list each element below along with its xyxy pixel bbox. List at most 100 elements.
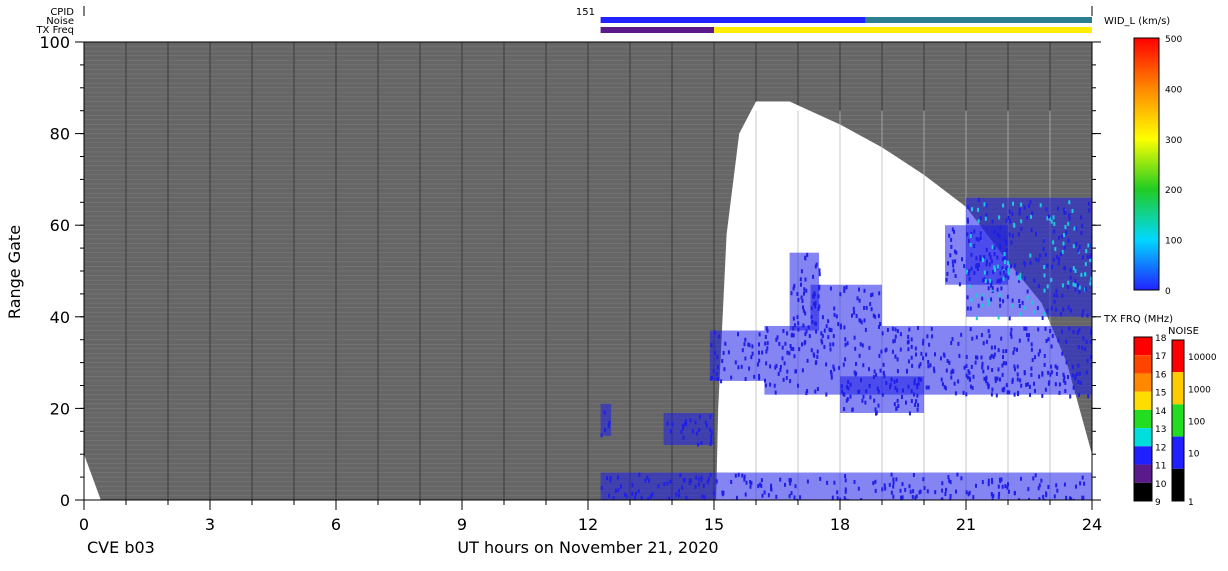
echo-cell — [1063, 375, 1066, 380]
echo-cell — [997, 367, 1000, 372]
echo-cell — [751, 351, 754, 356]
echo-cell — [912, 473, 915, 477]
echo-cell — [844, 337, 847, 342]
echo-cell — [812, 274, 815, 279]
echo-cell — [1077, 345, 1080, 349]
echo-cell — [1060, 252, 1063, 257]
y-tick-label: 20 — [50, 399, 70, 418]
echo-cell — [827, 319, 830, 324]
echo-cell — [991, 387, 994, 392]
echo-cell — [1000, 286, 1003, 291]
echo-cell — [796, 292, 799, 296]
echo-cell — [948, 360, 951, 365]
txfrq-colorbar-segment — [1134, 355, 1152, 374]
noise-colorbar-segment — [1172, 468, 1184, 501]
echo-cell — [1020, 226, 1023, 231]
echo-cell — [758, 332, 761, 337]
echo-cell — [805, 288, 808, 293]
echo-cell — [842, 362, 845, 367]
echo-cell — [844, 357, 847, 362]
echo-cell — [950, 375, 953, 380]
echo-cell — [789, 379, 792, 384]
echo-cell — [716, 355, 719, 360]
echo-cell — [1034, 388, 1036, 393]
echo-cell — [1001, 372, 1004, 377]
echo-cell — [1046, 264, 1049, 268]
echo-cell — [680, 430, 683, 434]
txfrq-colorbar-segment — [1134, 428, 1152, 447]
echo-cell — [1030, 347, 1033, 352]
echo-cell — [844, 478, 847, 483]
echo-cell — [1075, 484, 1077, 489]
echo-cell — [1007, 482, 1009, 487]
echo-cell — [703, 495, 706, 500]
echo-cell — [1007, 260, 1009, 265]
echo-cell — [1026, 289, 1029, 294]
wid-colorbar-tick: 500 — [1165, 35, 1182, 45]
echo-cell — [987, 478, 990, 483]
echo-cell — [804, 277, 807, 282]
echo-cell — [1072, 282, 1075, 287]
echo-cell — [1024, 276, 1027, 281]
echo-cell — [1072, 244, 1075, 249]
echo-cell — [917, 403, 919, 408]
echo-cell — [816, 349, 819, 354]
echo-cell — [1072, 385, 1075, 390]
echo-cell — [648, 478, 650, 483]
echo-cell — [697, 477, 700, 482]
echo-cell — [846, 341, 849, 346]
echo-cell — [1031, 358, 1034, 362]
echo-cell — [829, 347, 832, 352]
echo-cell — [958, 282, 961, 287]
echo-cell — [764, 383, 767, 388]
echo-cell — [1018, 207, 1021, 212]
echo-cell — [861, 343, 864, 348]
echo-cell — [1020, 383, 1023, 388]
echo-region — [600, 472, 1092, 500]
echo-cell — [816, 387, 819, 391]
echo-cell — [1043, 311, 1046, 316]
echo-cell — [992, 354, 995, 359]
echo-cell — [892, 494, 895, 499]
echo-cell — [1054, 364, 1057, 369]
echo-cell — [1045, 339, 1048, 343]
echo-cell — [919, 377, 922, 382]
echo-cell — [1068, 200, 1071, 205]
txfrq-colorbar-segment — [1134, 464, 1152, 483]
echo-cell — [852, 306, 855, 311]
txfrq-colorbar-segment — [1134, 446, 1152, 465]
y-tick-label: 40 — [50, 308, 70, 327]
wid-colorbar-tick: 200 — [1165, 186, 1182, 196]
noise-bar-green — [865, 17, 1092, 23]
echo-cell — [758, 373, 760, 378]
echo-cell — [1057, 338, 1060, 343]
echo-cell — [967, 375, 969, 380]
echo-cell — [977, 219, 980, 224]
echo-cell — [714, 351, 716, 355]
echo-cell — [941, 497, 944, 500]
echo-cell — [970, 298, 973, 303]
echo-cell — [770, 487, 773, 492]
echo-cell — [878, 353, 881, 358]
echo-cell — [1028, 384, 1031, 389]
echo-cell — [1087, 394, 1090, 399]
echo-cell — [995, 393, 998, 398]
echo-cell — [743, 342, 746, 347]
echo-cell — [843, 392, 846, 397]
echo-cell — [763, 490, 766, 495]
echo-cell — [900, 495, 903, 500]
echo-cell — [820, 338, 823, 343]
echo-cell — [790, 346, 793, 351]
echo-cell — [832, 342, 835, 347]
echo-cell — [821, 334, 824, 338]
txfrq-colorbar-tick: 16 — [1155, 370, 1167, 380]
echo-cell — [952, 263, 955, 268]
echo-cell — [845, 285, 848, 290]
echo-cell — [826, 480, 829, 485]
echo-cell — [966, 232, 969, 237]
echo-cell — [695, 475, 698, 480]
echo-cell — [1017, 275, 1020, 280]
wid-colorbar-tick: 0 — [1165, 287, 1171, 297]
echo-cell — [988, 334, 991, 339]
echo-cell — [1023, 370, 1026, 375]
